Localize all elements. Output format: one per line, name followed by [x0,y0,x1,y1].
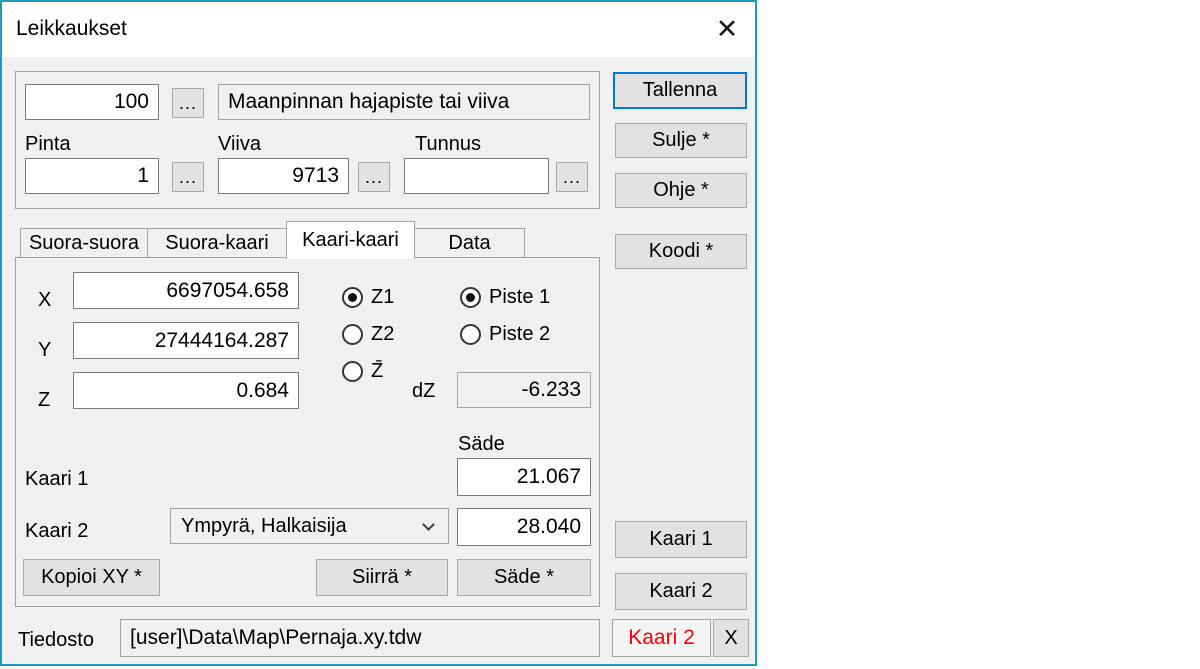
titlebar[interactable]: Leikkaukset ✕ [2,2,755,57]
viiva-field[interactable]: 9713 [218,158,349,194]
y-field[interactable]: 27444164.287 [73,322,299,359]
kaari2-label: Kaari 2 [25,520,88,543]
radio-z2[interactable]: Z2 [342,323,394,345]
x-field[interactable]: 6697054.658 [73,272,299,309]
tab-data[interactable]: Data [414,228,525,258]
radio-label: Piste 1 [489,286,550,309]
radio-piste-2[interactable]: Piste 2 [460,323,550,345]
tab-label: Kaari-kaari [302,229,399,252]
radio-label: Z1 [371,286,394,309]
z-field[interactable]: 0.684 [73,372,299,409]
radio-button-icon [460,287,481,308]
tab-suora-kaari[interactable]: Suora-kaari [147,228,287,258]
radio-piste-1[interactable]: Piste 1 [460,286,550,308]
chevron-down-icon [422,518,435,531]
tallenna-button[interactable]: Tallenna [613,72,747,109]
z-label: Z [38,389,50,412]
window-title: Leikkaukset [16,17,127,41]
kaari-kaari-tabpanel [15,257,600,607]
browse-tunnus-button[interactable]: ... [556,162,588,192]
radio-button-icon [342,324,363,345]
kaari2-type-select[interactable]: Ympyrä, Halkaisija [170,508,449,544]
browse-code-button[interactable]: ... [172,88,204,118]
pinta-label: Pinta [25,133,71,156]
radio-label: Z̄ [371,360,383,383]
status-clear-button[interactable]: X [713,619,749,657]
kaari1-sade-field[interactable]: 21.067 [457,458,591,496]
tab-label: Suora-suora [29,232,139,255]
radio-button-icon [342,361,363,382]
tab-label: Data [448,232,490,255]
radio-button-icon [342,287,363,308]
combo-value: Ympyrä, Halkaisija [181,515,347,538]
tab-kaari-kaari[interactable]: Kaari-kaari [286,221,415,259]
screen: Leikkaukset ✕ 100 ... Maanpinnan hajapis… [0,0,1200,669]
browse-pinta-button[interactable]: ... [172,162,204,192]
siirra-button[interactable]: Siirrä * [316,559,448,596]
radio-z-mean[interactable]: Z̄ [342,360,383,382]
kaari1-label: Kaari 1 [25,468,88,491]
tunnus-label: Tunnus [415,133,481,156]
kaari2-sade-field[interactable]: 28.040 [457,508,591,546]
browse-viiva-button[interactable]: ... [358,162,390,192]
radio-label: Z2 [371,323,394,346]
sade-label: Säde [458,433,505,456]
leikkaukset-dialog: Leikkaukset ✕ 100 ... Maanpinnan hajapis… [0,0,757,666]
code-description-field: Maanpinnan hajapiste tai viiva [218,84,590,120]
koodi-button[interactable]: Koodi * [615,234,747,269]
kaari1-button[interactable]: Kaari 1 [615,521,747,558]
tunnus-field[interactable] [404,158,549,194]
kaari2-button[interactable]: Kaari 2 [615,573,747,610]
radio-z1[interactable]: Z1 [342,286,394,308]
y-label: Y [38,339,51,362]
tab-suora-suora[interactable]: Suora-suora [20,228,148,258]
viiva-label: Viiva [218,133,261,156]
file-path-field: [user]\Data\Map\Pernaja.xy.tdw [120,619,600,657]
close-button[interactable]: ✕ [703,6,751,52]
radio-label: Piste 2 [489,323,550,346]
dz-field: -6.233 [457,372,591,408]
sulje-button[interactable]: Sulje * [615,123,747,158]
code-field[interactable]: 100 [25,84,159,120]
status-kaari2-indicator: Kaari 2 [612,619,711,657]
ohje-button[interactable]: Ohje * [615,173,747,208]
dz-label: dZ [412,380,435,403]
pinta-field[interactable]: 1 [25,158,159,194]
close-icon: ✕ [716,14,739,45]
kopioi-xy-button[interactable]: Kopioi XY * [23,559,160,596]
tab-label: Suora-kaari [165,232,268,255]
x-label: X [38,289,51,312]
sade-button[interactable]: Säde * [457,559,591,596]
radio-button-icon [460,324,481,345]
tiedosto-label: Tiedosto [18,629,94,652]
